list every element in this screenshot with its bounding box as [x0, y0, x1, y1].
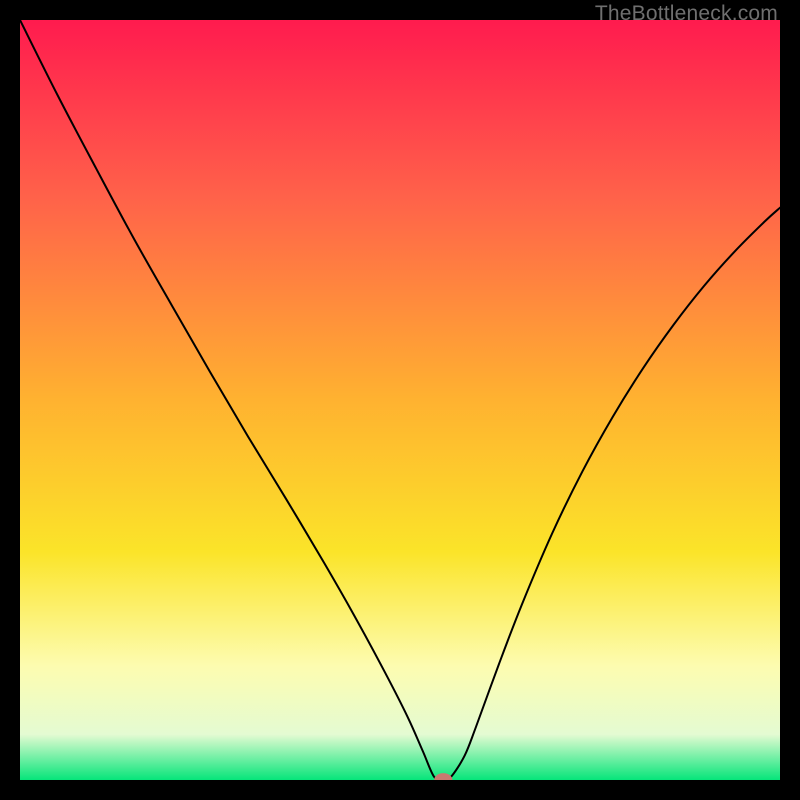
plot-area	[20, 20, 780, 780]
chart-svg	[20, 20, 780, 780]
chart-frame: TheBottleneck.com	[0, 0, 800, 800]
watermark-text: TheBottleneck.com	[595, 2, 778, 26]
gradient-background	[20, 20, 780, 780]
